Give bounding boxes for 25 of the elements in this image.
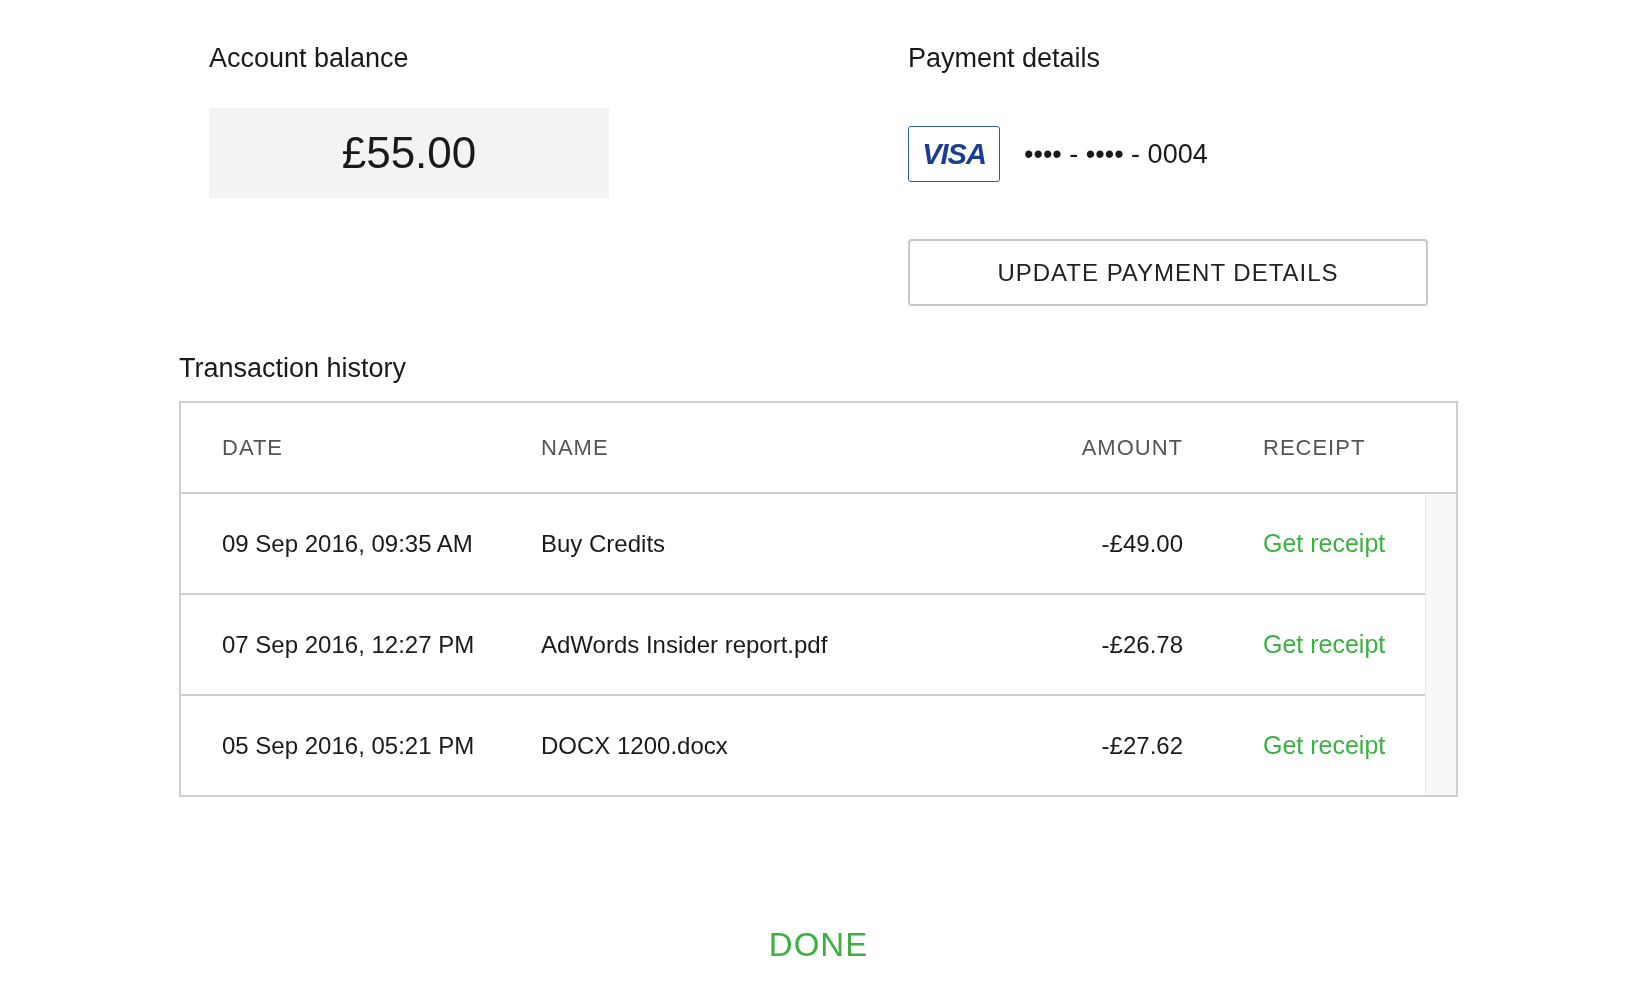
column-header: NAME xyxy=(541,434,609,461)
name-cell: DOCX 1200.docx xyxy=(541,731,728,760)
column-header: DATE xyxy=(222,434,284,461)
column-header: RECEIPT xyxy=(1263,434,1366,461)
name-cell: AdWords Insider report.pdf xyxy=(541,630,828,659)
payment-details-label: Payment details xyxy=(908,42,1101,75)
amount-cell: -£49.00 xyxy=(1101,529,1183,558)
date-cell: 09 Sep 2016, 09:35 AM xyxy=(222,529,473,558)
amount-cell: -£26.78 xyxy=(1101,630,1183,659)
update-payment-button[interactable]: UPDATE PAYMENT DETAILS xyxy=(908,239,1428,306)
scrollbar-track[interactable] xyxy=(1425,494,1456,795)
account-balance-label: Account balance xyxy=(209,42,409,75)
done-button[interactable]: DONE xyxy=(762,925,875,965)
name-cell: Buy Credits xyxy=(541,529,666,558)
date-cell: 05 Sep 2016, 05:21 PM xyxy=(222,731,475,760)
card-number: •••• - •••• - 0004 xyxy=(1024,138,1208,170)
column-header: AMOUNT xyxy=(1081,434,1183,461)
card-logo: VISA xyxy=(908,126,1000,182)
get-receipt-link[interactable]: Get receipt xyxy=(1263,630,1425,659)
transaction-history-title: Transaction history xyxy=(179,352,408,385)
amount-cell: -£27.62 xyxy=(1101,731,1183,760)
get-receipt-link[interactable]: Get receipt xyxy=(1263,529,1425,558)
get-receipt-link[interactable]: Get receipt xyxy=(1263,731,1425,760)
date-cell: 07 Sep 2016, 12:27 PM xyxy=(222,630,475,659)
balance-amount: £55.00 xyxy=(209,108,609,198)
